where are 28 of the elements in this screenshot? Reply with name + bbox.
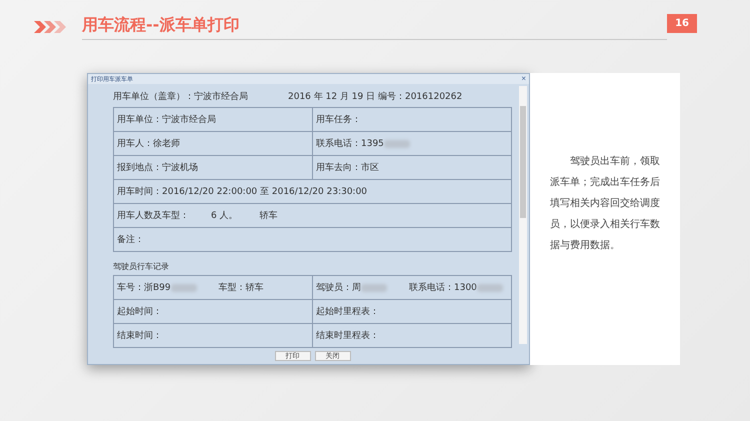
form-text: 轿车	[260, 210, 278, 222]
scrollbar[interactable]	[519, 86, 527, 344]
form-text: 用车任务：	[316, 114, 361, 126]
form-text: 驾驶员：周	[316, 282, 361, 294]
form-text: 用车时间：2016/12/20 22:00:00 至 2016/12/20 23:30:00	[117, 186, 368, 198]
unit-text: 用车单位（盖章）：宁波市经合局	[113, 90, 248, 103]
form-text: 起始时里程表：	[316, 306, 379, 318]
form-text: 联系电话：1395	[316, 138, 384, 150]
form-text: 联系电话：1300	[409, 282, 477, 294]
form-text: 车型：轿车	[218, 282, 264, 294]
slide-title: 用车流程--派车单打印	[82, 14, 668, 40]
form-text: 用车人：徐老师	[117, 138, 180, 150]
page-number: 16	[667, 14, 697, 32]
form-text: 起始时间：	[117, 306, 162, 318]
form-text: 结束时间：	[117, 330, 162, 342]
note-text: 驾驶员出车前，领取派车单；完成出车任务后填写相关内容回交给调度员，以便录入相关行车数据与费用数据。	[550, 154, 661, 253]
close-button[interactable]: ×	[521, 75, 526, 83]
chevrons-icon	[34, 21, 68, 33]
date-number-text: 2016 年 12 月 19 日 编号：2016120262	[288, 90, 462, 103]
form-text: 备注：	[117, 234, 144, 246]
form-text: 用车去向：市区	[316, 162, 379, 174]
form-text: 报到地点：宁波机场	[117, 162, 198, 174]
section-title: 驾驶员行车记录	[113, 261, 170, 272]
form-text: 用车人数及车型：	[117, 210, 189, 222]
form-text: 6 人。	[211, 210, 238, 222]
form-text: 车号：浙B99	[117, 282, 171, 294]
form-text: 结束时里程表：	[316, 330, 379, 342]
form-text: 用车单位：宁波市经合局	[117, 114, 216, 126]
